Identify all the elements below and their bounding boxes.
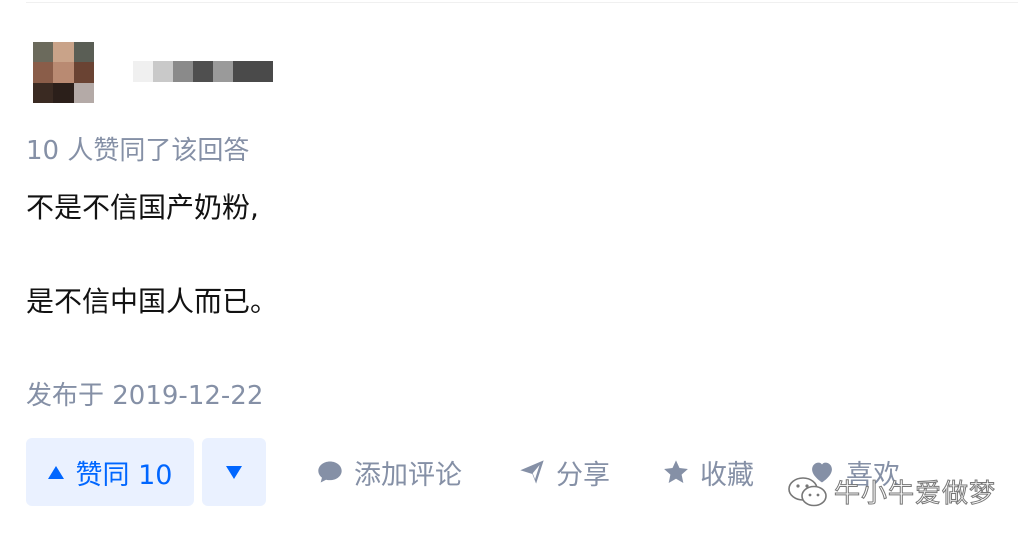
triangle-down-icon [226, 465, 242, 479]
comment-bubble-icon [318, 461, 342, 483]
comment-button[interactable]: 添加评论 [316, 438, 462, 506]
triangle-up-icon [47, 465, 64, 479]
vote-summary: 10 人赞同了该回答 [26, 136, 250, 166]
comment-label: 添加评论 [354, 459, 462, 491]
top-divider [26, 2, 1018, 3]
paper-plane-icon [520, 460, 544, 484]
share-label: 分享 [556, 459, 610, 491]
vote-up-button[interactable]: 赞同 10 [26, 438, 194, 506]
wechat-icon [788, 476, 827, 506]
vote-down-button[interactable] [202, 438, 266, 506]
vote-up-label: 赞同 10 [75, 459, 173, 491]
answer-line: 是不信中国人而已。 [26, 285, 279, 318]
avatar[interactable] [33, 42, 94, 103]
answer-line: 不是不信国产奶粉, [26, 191, 259, 224]
collect-label: 收藏 [700, 459, 754, 491]
share-button[interactable]: 分享 [518, 438, 610, 506]
publish-time: 发布于 2019-12-22 [26, 381, 264, 411]
author-name-blurred[interactable] [133, 61, 273, 82]
watermark: 牛小牛爱做梦 [786, 473, 996, 510]
star-icon [664, 460, 688, 483]
answer-content: 不是不信国产奶粉, 是不信中国人而已。 [26, 188, 278, 322]
collect-button[interactable]: 收藏 [662, 438, 754, 506]
watermark-text: 牛小牛爱做梦 [833, 479, 997, 510]
